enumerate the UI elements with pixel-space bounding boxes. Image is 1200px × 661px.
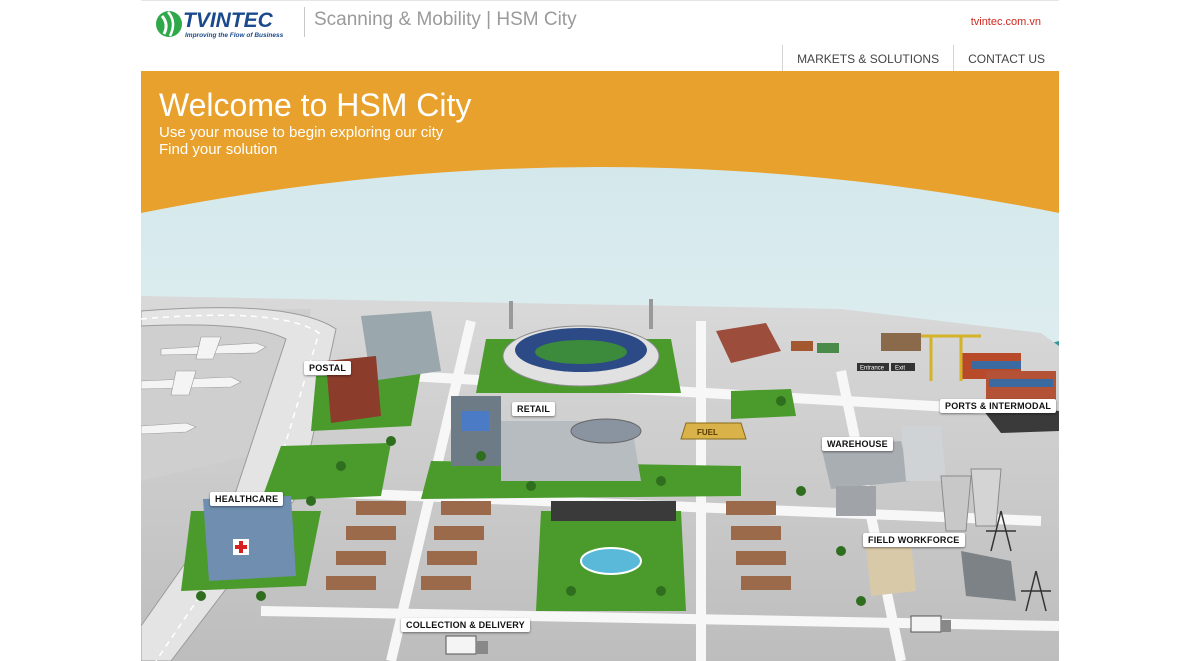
page: TVINTEC Improving the Flow of Business S… bbox=[0, 0, 1200, 661]
hotspot-warehouse[interactable]: WAREHOUSE bbox=[822, 437, 893, 451]
nav-contact-us[interactable]: CONTACT US bbox=[953, 45, 1059, 72]
site-title: Scanning & Mobility | HSM City bbox=[314, 9, 577, 30]
hero-subtitle-find: Find your solution bbox=[159, 141, 278, 158]
hotspot-ports-intermodal[interactable]: PORTS & INTERMODAL bbox=[940, 399, 1057, 413]
svg-text:Entrance: Entrance bbox=[860, 366, 885, 372]
city-hero: FUEL Entrance Exit Welcome to HSM City U… bbox=[141, 71, 1059, 661]
logo-tagline: Improving the Flow of Business bbox=[185, 32, 284, 39]
hero-subtitle-explore: Use your mouse to begin exploring our ci… bbox=[159, 124, 444, 141]
hotspot-collection-delivery[interactable]: COLLECTION & DELIVERY bbox=[401, 618, 530, 632]
fuel-station-icon: FUEL bbox=[680, 422, 747, 440]
svg-text:Exit: Exit bbox=[895, 366, 905, 372]
site-header: TVINTEC Improving the Flow of Business S… bbox=[141, 0, 1059, 72]
site-frame: TVINTEC Improving the Flow of Business S… bbox=[141, 0, 1059, 661]
hero-title: Welcome to HSM City bbox=[159, 87, 472, 123]
hospital-building-icon bbox=[203, 496, 296, 581]
hotspot-field-workforce[interactable]: FIELD WORKFORCE bbox=[863, 533, 965, 547]
main-nav: MARKETS & SOLUTIONS CONTACT US bbox=[782, 45, 1059, 72]
city-illustration[interactable]: FUEL Entrance Exit bbox=[141, 71, 1059, 661]
logo-divider bbox=[304, 7, 305, 37]
hotspot-healthcare[interactable]: HEALTHCARE bbox=[210, 492, 284, 506]
hotspot-retail[interactable]: RETAIL bbox=[512, 402, 556, 416]
nav-markets-solutions[interactable]: MARKETS & SOLUTIONS bbox=[782, 45, 953, 72]
site-link[interactable]: tvintec.com.vn bbox=[971, 16, 1041, 28]
entrance-exit-sign: Entrance Exit bbox=[857, 363, 915, 372]
tvintec-logo[interactable]: TVINTEC Improving the Flow of Business bbox=[155, 7, 303, 41]
svg-text:FUEL: FUEL bbox=[697, 428, 718, 437]
logo-wordmark: TVINTEC bbox=[183, 9, 274, 32]
hotspot-postal[interactable]: POSTAL bbox=[304, 361, 352, 375]
